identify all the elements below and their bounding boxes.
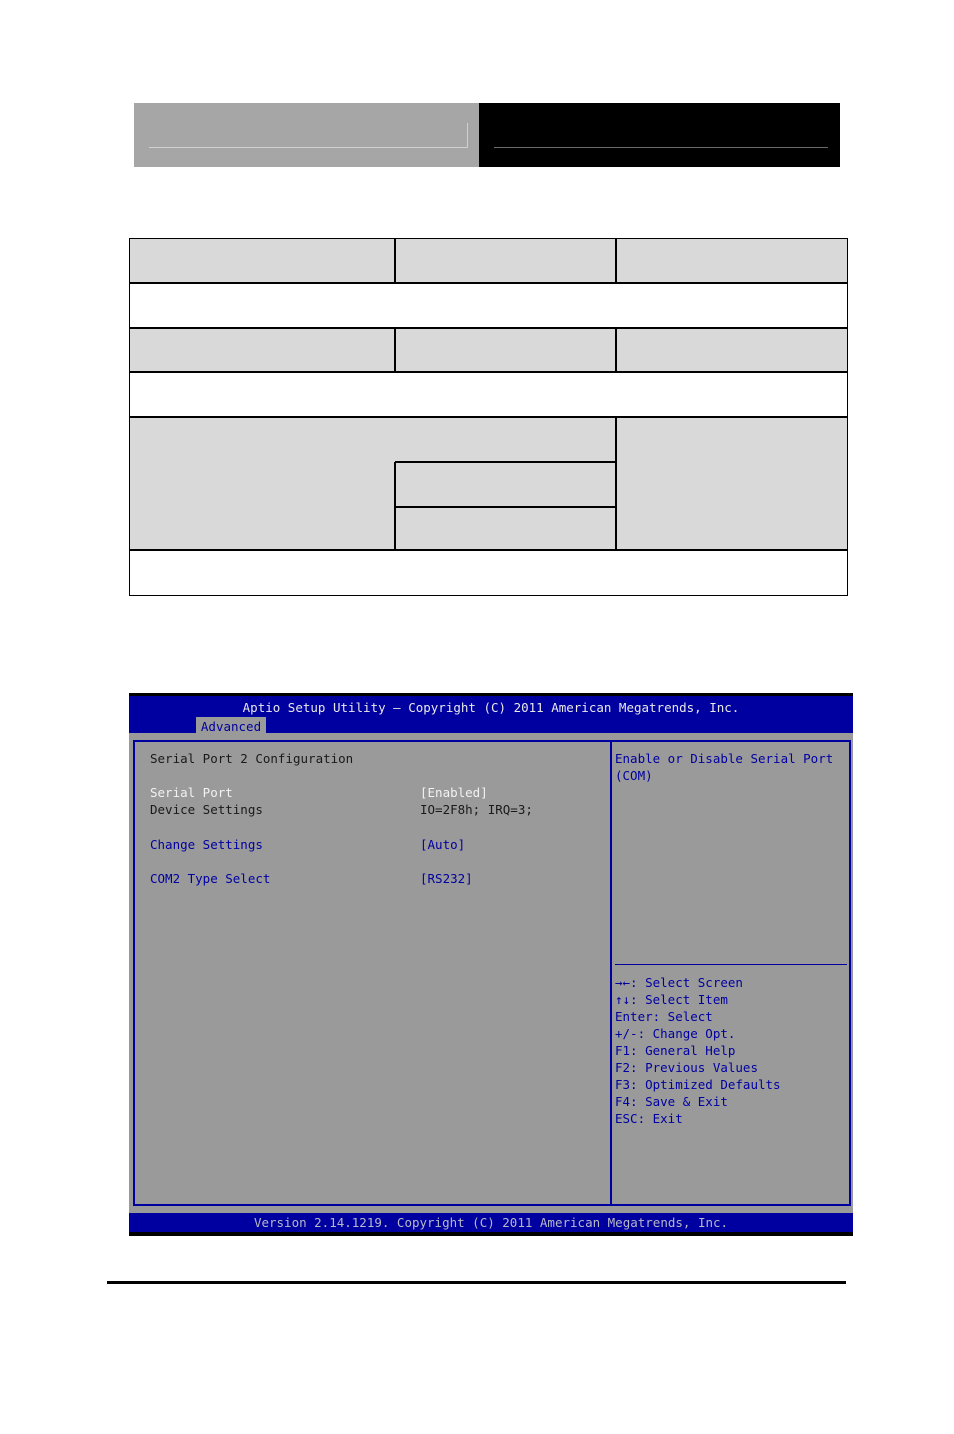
setting-change-settings-value[interactable]: [Auto]	[420, 836, 465, 853]
section-heading: Serial Port 2 Configuration	[150, 751, 354, 766]
table-rule	[130, 282, 847, 284]
key-help-f2: F2: Previous Values	[615, 1060, 758, 1075]
setting-com2-type-value[interactable]: [RS232]	[420, 870, 473, 887]
setting-device-settings-value: IO=2F8h; IRQ=3;	[420, 802, 533, 817]
table-cell-options	[395, 417, 616, 550]
table-rule	[130, 416, 847, 418]
setting-com2-type-label[interactable]: COM2 Type Select	[150, 870, 270, 887]
help-pane: Enable or Disable Serial Port (COM) →←: …	[610, 740, 851, 1206]
table-rule	[395, 506, 616, 508]
help-text-line: Enable or Disable Serial Port	[615, 751, 834, 766]
options-table	[129, 238, 848, 596]
bios-version: Version 2.14.1219. Copyright (C) 2011 Am…	[253, 1215, 729, 1230]
table-rule	[130, 327, 847, 329]
key-help-f4: F4: Save & Exit	[615, 1094, 728, 1109]
table-rule	[615, 417, 617, 550]
bios-title: Aptio Setup Utility – Copyright (C) 2011…	[242, 700, 740, 715]
table-header-cell-2	[395, 239, 616, 283]
table-header-cell-1	[130, 239, 395, 283]
key-help-f3: F3: Optimized Defaults	[615, 1077, 781, 1092]
table-rule	[615, 328, 617, 372]
table-rule	[394, 328, 396, 372]
table-header-cell-3	[616, 239, 847, 283]
table-header-cell-5	[395, 328, 616, 372]
setting-change-settings-label[interactable]: Change Settings	[150, 836, 263, 853]
help-text-line: (COM)	[615, 768, 653, 783]
key-help-esc: ESC: Exit	[615, 1111, 683, 1126]
header-banner-left	[134, 103, 479, 167]
key-help-change-opt: +/-: Change Opt.	[615, 1026, 736, 1041]
settings-pane: Serial Port 2 Configuration Serial Port …	[133, 740, 611, 1206]
table-cell-merged-right	[616, 417, 847, 550]
footer-rule	[107, 1281, 846, 1284]
banner-right-rule	[494, 147, 828, 148]
key-help-select-item: ↑↓: Select Item	[615, 992, 728, 1007]
bios-setup-screen: Aptio Setup Utility – Copyright (C) 2011…	[129, 693, 853, 1236]
setting-device-settings-label: Device Settings	[150, 802, 263, 817]
table-rule	[394, 462, 396, 550]
bios-title-bar: Aptio Setup Utility – Copyright (C) 2011…	[129, 693, 853, 736]
table-rule	[615, 239, 617, 283]
table-rule	[394, 239, 396, 283]
tab-advanced[interactable]: Advanced	[196, 717, 266, 736]
table-rule	[130, 549, 847, 551]
header-banner-right	[479, 103, 840, 167]
help-divider	[615, 964, 847, 965]
setting-serial-port-value[interactable]: [Enabled]	[420, 784, 488, 801]
table-header-cell-4	[130, 328, 395, 372]
table-rule	[395, 461, 616, 463]
key-help-select-screen: →←: Select Screen	[615, 975, 743, 990]
key-help-enter: Enter: Select	[615, 1009, 713, 1024]
table-cell-merged-left	[130, 417, 395, 550]
banner-left-rule	[149, 147, 467, 148]
table-rule	[130, 371, 847, 373]
bios-status-bar: Version 2.14.1219. Copyright (C) 2011 Am…	[129, 1213, 853, 1236]
setting-serial-port-label[interactable]: Serial Port	[150, 784, 233, 801]
key-help-f1: F1: General Help	[615, 1043, 736, 1058]
banner-left-rule-vertical	[467, 123, 468, 148]
table-header-cell-6	[616, 328, 847, 372]
